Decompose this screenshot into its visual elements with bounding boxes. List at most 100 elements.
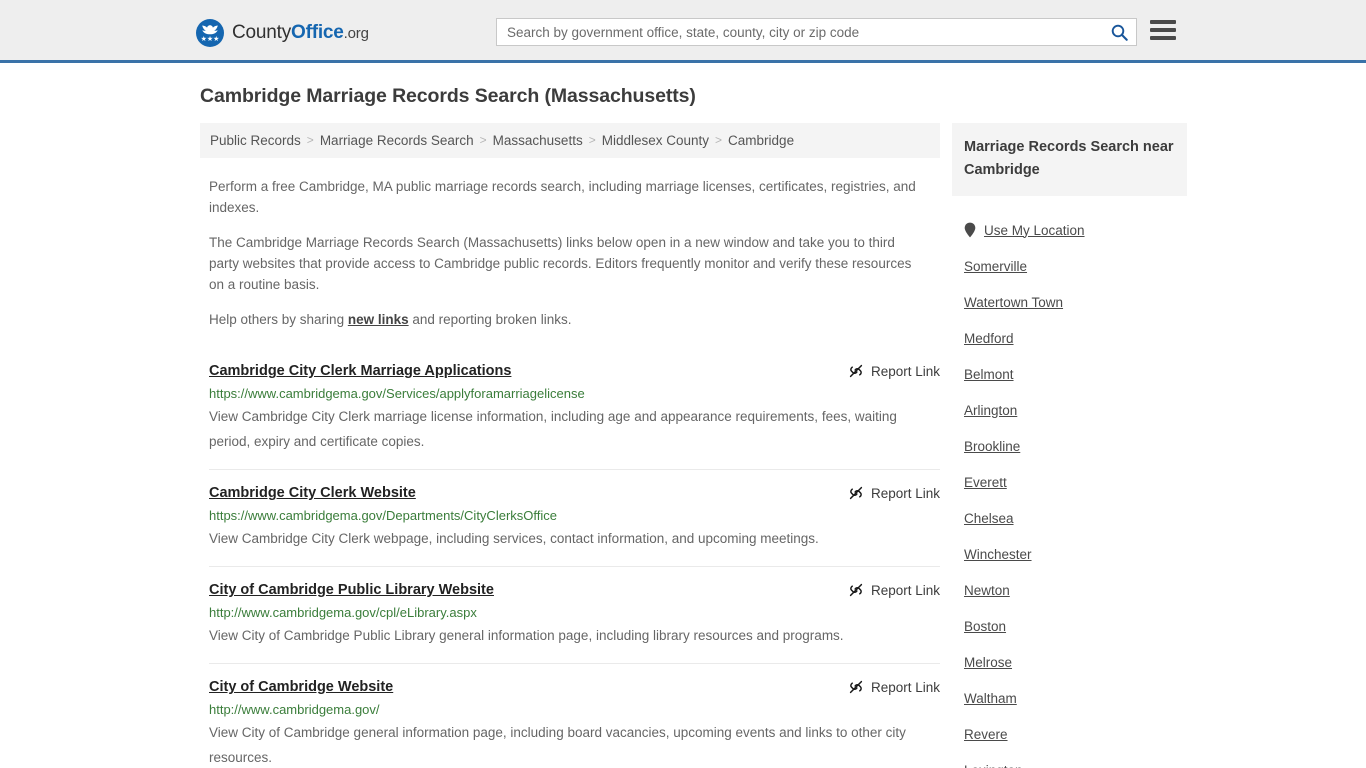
report-link-button[interactable]: Report Link	[848, 581, 940, 598]
city-link[interactable]: Newton	[964, 583, 1010, 598]
result-title-link[interactable]: Cambridge City Clerk Marriage Applicatio…	[209, 362, 511, 380]
city-link[interactable]: Winchester	[964, 547, 1032, 562]
city-link[interactable]: Arlington	[964, 403, 1017, 418]
new-links-link[interactable]: new links	[348, 312, 409, 327]
intro-paragraph-2: The Cambridge Marriage Records Search (M…	[209, 235, 912, 292]
result-url: https://www.cambridgema.gov/Departments/…	[209, 508, 557, 523]
list-item: City of Cambridge Website Report Link ht…	[209, 663, 940, 768]
brand-part-tld: .org	[343, 25, 369, 42]
sidebar-item-lexington[interactable]: Lexington	[964, 746, 1175, 768]
result-header: Cambridge City Clerk Website Report Link	[209, 484, 940, 502]
city-link[interactable]: Medford	[964, 331, 1014, 346]
result-header: City of Cambridge Public Library Website…	[209, 581, 940, 599]
hamburger-menu-icon[interactable]	[1150, 19, 1176, 41]
sidebar-item-watertown-town[interactable]: Watertown Town	[964, 278, 1175, 314]
county-office-seal-icon: ★★★	[196, 19, 224, 47]
sidebar-item-everett[interactable]: Everett	[964, 458, 1175, 494]
brand-part-county: County	[232, 22, 292, 43]
breadcrumb-item-public-records[interactable]: Public Records	[210, 133, 301, 148]
share-text-after: and reporting broken links.	[408, 312, 572, 327]
sidebar-item-belmont[interactable]: Belmont	[964, 350, 1175, 386]
eagle-icon	[202, 25, 218, 35]
city-link[interactable]: Melrose	[964, 655, 1012, 670]
result-title-link[interactable]: City of Cambridge Public Library Website	[209, 581, 494, 599]
city-link[interactable]: Belmont	[964, 367, 1014, 382]
brand-wordmark: CountyOffice.org	[232, 22, 369, 44]
sidebar-item-medford[interactable]: Medford	[964, 314, 1175, 350]
result-title-link[interactable]: City of Cambridge Website	[209, 678, 393, 696]
site-logo[interactable]: ★★★ CountyOffice.org	[196, 19, 369, 47]
sidebar-item-melrose[interactable]: Melrose	[964, 638, 1175, 674]
list-item: Cambridge City Clerk Marriage Applicatio…	[209, 352, 940, 469]
report-link-label: Report Link	[870, 679, 940, 695]
breadcrumb-separator: >	[479, 133, 487, 147]
city-link[interactable]: Chelsea	[964, 511, 1014, 526]
city-link[interactable]: Watertown Town	[964, 295, 1063, 310]
city-link[interactable]: Somerville	[964, 259, 1027, 274]
city-link[interactable]: Revere	[964, 727, 1008, 742]
intro-paragraph-3: Help others by sharing new links and rep…	[209, 309, 925, 330]
result-url: https://www.cambridgema.gov/Services/app…	[209, 386, 585, 401]
result-url: http://www.cambridgema.gov/	[209, 702, 380, 717]
city-link[interactable]: Waltham	[964, 691, 1017, 706]
result-description: View Cambridge City Clerk webpage, inclu…	[209, 531, 819, 546]
city-link[interactable]: Boston	[964, 619, 1006, 634]
brand-part-office: Office	[291, 22, 344, 43]
two-column-layout: Public Records > Marriage Records Search…	[191, 123, 1187, 768]
sidebar-item-newton[interactable]: Newton	[964, 566, 1175, 602]
sidebar-item-brookline[interactable]: Brookline	[964, 422, 1175, 458]
result-description: View Cambridge City Clerk marriage licen…	[209, 409, 897, 449]
result-list: Cambridge City Clerk Marriage Applicatio…	[200, 352, 940, 768]
report-link-label: Report Link	[870, 485, 940, 501]
result-title-link[interactable]: Cambridge City Clerk Website	[209, 484, 416, 502]
main-column: Public Records > Marriage Records Search…	[200, 123, 940, 768]
sidebar-item-arlington[interactable]: Arlington	[964, 386, 1175, 422]
search-input[interactable]	[497, 19, 1102, 45]
sidebar-item-use-my-location[interactable]: Use My Location	[964, 196, 1175, 242]
result-url: http://www.cambridgema.gov/cpl/eLibrary.…	[209, 605, 477, 620]
breadcrumb-item-middlesex-county[interactable]: Middlesex County	[602, 133, 709, 148]
broken-link-icon	[849, 583, 863, 597]
search-bar[interactable]	[496, 18, 1137, 46]
sidebar-nearby-list: Use My Location Somerville Watertown Tow…	[952, 196, 1187, 768]
result-description: View City of Cambridge Public Library ge…	[209, 628, 844, 643]
broken-link-icon	[849, 680, 863, 694]
broken-link-icon	[849, 364, 863, 378]
breadcrumb-separator: >	[306, 133, 314, 147]
report-link-label: Report Link	[870, 582, 940, 598]
broken-link-icon	[849, 486, 863, 500]
sidebar-item-waltham[interactable]: Waltham	[964, 674, 1175, 710]
breadcrumb-item-cambridge[interactable]: Cambridge	[728, 133, 794, 148]
intro-text: Perform a free Cambridge, MA public marr…	[200, 176, 940, 330]
breadcrumb-separator: >	[715, 133, 723, 147]
sidebar-item-chelsea[interactable]: Chelsea	[964, 494, 1175, 530]
sidebar-item-somerville[interactable]: Somerville	[964, 242, 1175, 278]
page-body: Cambridge Marriage Records Search (Massa…	[0, 63, 1366, 768]
report-link-label: Report Link	[870, 363, 940, 379]
city-link[interactable]: Lexington	[964, 763, 1023, 768]
report-link-button[interactable]: Report Link	[848, 678, 940, 695]
three-stars-icon: ★★★	[200, 36, 220, 43]
page-title: Cambridge Marriage Records Search (Massa…	[200, 85, 696, 107]
list-item: Cambridge City Clerk Website Report Link	[209, 469, 940, 566]
result-description: View City of Cambridge general informati…	[209, 725, 906, 765]
intro-paragraph-1: Perform a free Cambridge, MA public marr…	[209, 179, 916, 215]
hamburger-bar-3	[1150, 36, 1176, 40]
hamburger-bar-1	[1150, 20, 1176, 24]
search-button[interactable]	[1102, 19, 1136, 45]
breadcrumb-separator: >	[588, 133, 596, 147]
result-header: City of Cambridge Website Report Link	[209, 678, 940, 696]
sidebar-heading: Marriage Records Search near Cambridge	[952, 123, 1187, 196]
use-my-location-link[interactable]: Use My Location	[984, 223, 1085, 238]
sidebar-item-winchester[interactable]: Winchester	[964, 530, 1175, 566]
city-link[interactable]: Brookline	[964, 439, 1020, 454]
site-header: ★★★ CountyOffice.org	[0, 0, 1366, 63]
breadcrumb-item-massachusetts[interactable]: Massachusetts	[493, 133, 583, 148]
breadcrumb-item-marriage-records-search[interactable]: Marriage Records Search	[320, 133, 474, 148]
report-link-button[interactable]: Report Link	[848, 484, 940, 501]
sidebar-item-revere[interactable]: Revere	[964, 710, 1175, 746]
sidebar-item-boston[interactable]: Boston	[964, 602, 1175, 638]
breadcrumb: Public Records > Marriage Records Search…	[200, 123, 940, 158]
city-link[interactable]: Everett	[964, 475, 1007, 490]
report-link-button[interactable]: Report Link	[848, 362, 940, 379]
